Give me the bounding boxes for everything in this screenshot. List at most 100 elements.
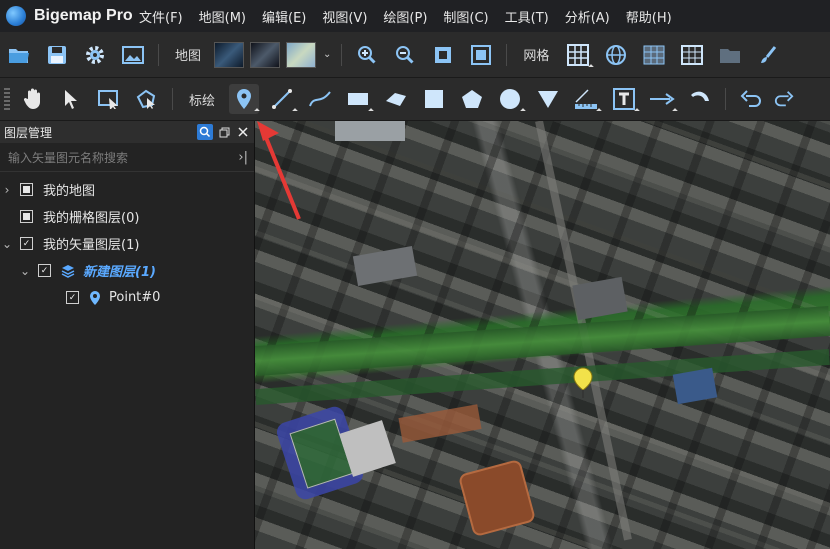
curve-tool-button[interactable] <box>305 84 335 114</box>
curve-icon <box>309 91 331 107</box>
menu-file[interactable]: 文件(F) <box>139 7 183 26</box>
redo-button[interactable] <box>774 84 794 114</box>
checkbox-checked[interactable]: ✓ <box>38 264 51 277</box>
separator <box>341 43 343 66</box>
undo-button[interactable] <box>736 84 766 114</box>
pan-tool-button[interactable] <box>18 84 48 114</box>
arrow-right-icon <box>650 93 675 105</box>
map-pin-icon <box>90 290 100 305</box>
menu-help[interactable]: 帮助(H) <box>626 7 672 26</box>
open-folder-button[interactable] <box>4 40 34 70</box>
circle-icon <box>500 89 521 109</box>
measure-tool-button[interactable] <box>571 84 602 114</box>
square-icon <box>425 90 444 108</box>
zoom-in-button[interactable] <box>352 40 382 70</box>
full-extent-button[interactable] <box>466 40 496 70</box>
rectangle-tool-button[interactable] <box>343 84 374 114</box>
layer-panel: 图层管理 输入矢量图元名称搜索 ›| › 我的地图 我的栅格图层(0) ⌄ ✓ … <box>0 121 255 549</box>
checkbox[interactable] <box>20 183 33 196</box>
fit-extent-button[interactable] <box>428 40 458 70</box>
layer-folder-button[interactable] <box>715 40 745 70</box>
tree-item-new-layer[interactable]: ⌄ ✓ 新建图层(1) <box>0 257 254 284</box>
globe-button[interactable] <box>601 40 631 70</box>
select-rect-button[interactable] <box>94 84 124 114</box>
tree-item-vector-layers[interactable]: ⌄ ✓ 我的矢量图层(1) <box>0 230 254 257</box>
sheet-grid-button[interactable] <box>677 40 707 70</box>
close-icon[interactable] <box>235 124 251 140</box>
menu-view[interactable]: 视图(V) <box>322 7 367 26</box>
tree-item-raster-layers[interactable]: 我的栅格图层(0) <box>0 203 254 230</box>
text-icon <box>613 88 636 110</box>
save-icon <box>48 45 66 64</box>
sector-icon <box>538 91 559 108</box>
tree-item-my-map[interactable]: › 我的地图 <box>0 176 254 203</box>
checkbox-checked[interactable]: ✓ <box>66 291 79 304</box>
folder-icon <box>9 48 29 63</box>
menu-cartography[interactable]: 制图(C) <box>443 7 488 26</box>
brush-icon <box>761 45 777 63</box>
separator <box>158 43 159 66</box>
chevron-down-icon[interactable]: ⌄ <box>323 49 331 60</box>
redo-icon <box>774 91 794 107</box>
select-polygon-button[interactable] <box>132 84 162 114</box>
sector-tool-button[interactable] <box>533 84 563 114</box>
menu-analysis[interactable]: 分析(A) <box>565 7 610 26</box>
tree-label: 我的栅格图层(0) <box>43 211 140 226</box>
chevron-down-icon[interactable]: ⌄ <box>0 237 14 251</box>
chevron-down-icon[interactable]: ⌄ <box>18 264 32 278</box>
main-toolbar: 地图 ⌄ 网格 <box>0 32 830 78</box>
layer-panel-header: 图层管理 <box>0 121 254 143</box>
select-polygon-icon <box>136 89 156 109</box>
checkbox[interactable] <box>20 210 33 223</box>
arc-arrow-tool-button[interactable] <box>685 84 715 114</box>
save-button[interactable] <box>42 40 72 70</box>
marker-tool-button[interactable] <box>229 84 260 114</box>
zoom-out-button[interactable] <box>390 40 420 70</box>
grid-button[interactable] <box>563 40 595 70</box>
separator <box>172 88 173 110</box>
ruler-icon <box>575 89 598 109</box>
search-icon[interactable] <box>197 124 213 140</box>
placemark-point-icon[interactable] <box>572 367 594 399</box>
map-source-thumb-1[interactable] <box>214 41 245 68</box>
menu-bar: 文件(F) 地图(M) 编辑(E) 视图(V) 绘图(P) 制图(C) 工具(T… <box>139 7 688 26</box>
toolbar-grip[interactable] <box>4 88 10 110</box>
arrow-tool-button[interactable] <box>647 84 678 114</box>
float-panel-icon[interactable] <box>216 124 232 140</box>
cursor-icon <box>65 90 77 109</box>
pentagon-tool-button[interactable] <box>457 84 487 114</box>
brush-button[interactable] <box>753 40 783 70</box>
checkbox-checked[interactable]: ✓ <box>20 237 33 250</box>
text-tool-button[interactable] <box>609 84 640 114</box>
menu-map[interactable]: 地图(M) <box>199 7 246 26</box>
tree-item-point[interactable]: ✓ Point#0 <box>0 284 254 311</box>
gear-icon <box>86 45 104 64</box>
freeform-tool-button[interactable] <box>381 84 411 114</box>
grid-icon <box>567 43 590 66</box>
undo-icon <box>740 90 761 107</box>
map-source-thumb-3[interactable] <box>286 41 317 68</box>
annotate-label: 标绘 <box>189 93 216 109</box>
freeform-icon <box>386 93 407 106</box>
circle-tool-button[interactable] <box>495 84 526 114</box>
layer-search-input[interactable]: 输入矢量图元名称搜索 ›| <box>0 143 254 172</box>
image-export-button[interactable] <box>118 40 148 70</box>
chevron-right-icon[interactable]: › <box>0 183 14 197</box>
map-source-thumb-2[interactable] <box>250 41 281 68</box>
collapse-panel-icon[interactable]: ›| <box>238 150 248 165</box>
settings-button[interactable] <box>80 40 110 70</box>
layer-panel-title: 图层管理 <box>4 125 53 140</box>
tree-label: Point#0 <box>109 290 161 305</box>
select-rect-icon <box>98 90 118 109</box>
hand-icon <box>23 88 40 109</box>
satellite-map-canvas[interactable] <box>255 121 830 549</box>
menu-draw[interactable]: 绘图(P) <box>383 7 427 26</box>
select-tool-button[interactable] <box>56 84 86 114</box>
line-tool-button[interactable] <box>267 84 298 114</box>
menu-tools[interactable]: 工具(T) <box>505 7 549 26</box>
menu-edit[interactable]: 编辑(E) <box>262 7 306 26</box>
tree-label: 我的地图 <box>43 184 96 199</box>
sheet-grid-icon <box>681 44 704 65</box>
square-tool-button[interactable] <box>419 84 449 114</box>
km-grid-button[interactable] <box>639 40 669 70</box>
